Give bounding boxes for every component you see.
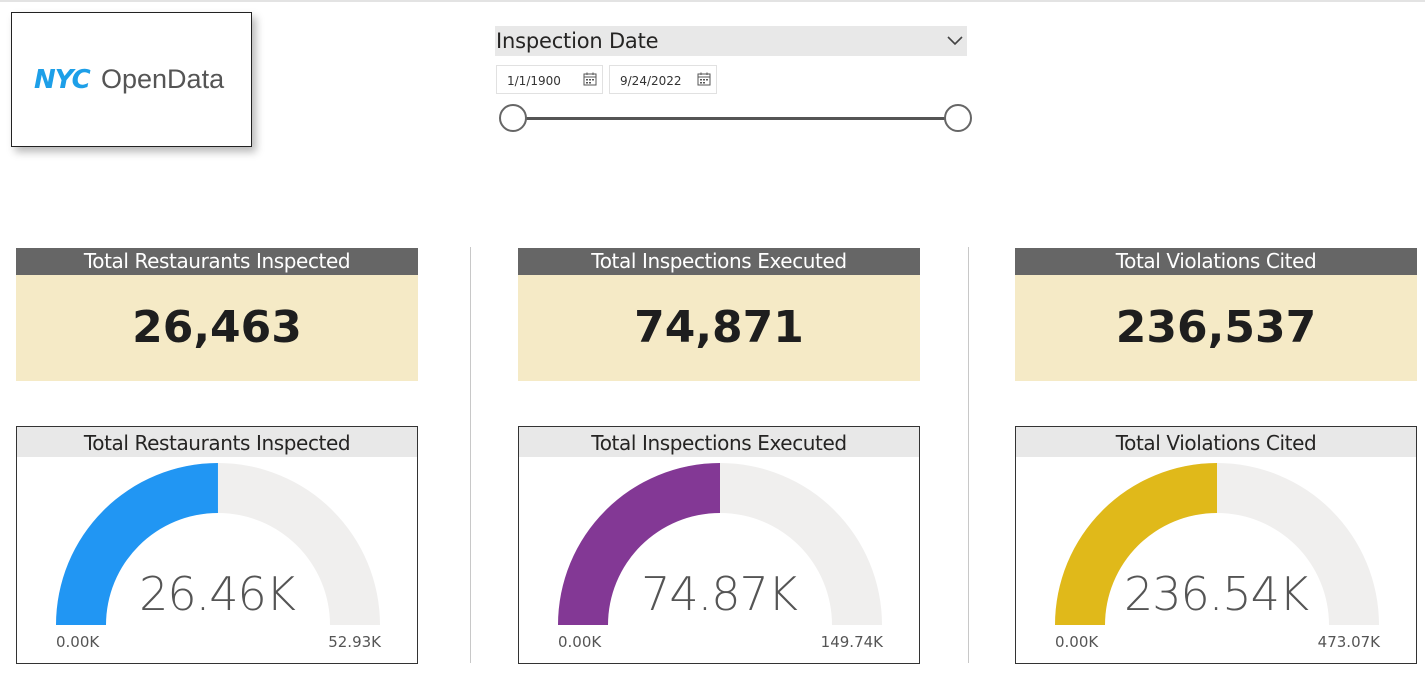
gauge-card-inspections[interactable]: Total Inspections Executed 74.87K 0.00K … bbox=[518, 426, 920, 664]
gauge-value-label: 236.54K bbox=[1123, 567, 1309, 621]
gauge-max-label: 473.07K bbox=[1317, 633, 1380, 651]
kpi-title: Total Restaurants Inspected bbox=[16, 248, 418, 275]
calendar-icon[interactable] bbox=[697, 72, 711, 86]
start-date-value: 1/1/1900 bbox=[507, 74, 561, 88]
gauge-value-label: 26.46K bbox=[139, 567, 296, 621]
end-date-input[interactable]: 9/24/2022 bbox=[609, 65, 717, 94]
slicer-title: Inspection Date bbox=[496, 29, 659, 53]
gauge-max-label: 149.74K bbox=[820, 633, 883, 651]
date-range-slider-track[interactable] bbox=[512, 117, 958, 120]
gauge-max-label: 52.93K bbox=[328, 633, 381, 651]
gauge-min-label: 0.00K bbox=[558, 633, 602, 651]
gauge-min-label: 0.00K bbox=[1055, 633, 1099, 651]
kpi-title: Total Inspections Executed bbox=[518, 248, 920, 275]
calendar-icon[interactable] bbox=[583, 72, 597, 86]
gauge-card-violations[interactable]: Total Violations Cited 236.54K 0.00K 473… bbox=[1015, 426, 1417, 664]
nyc-opendata-logo: NYC OpenData bbox=[11, 12, 252, 147]
kpi-title: Total Violations Cited bbox=[1015, 248, 1417, 275]
kpi-value: 26,463 bbox=[16, 275, 418, 381]
end-date-value: 9/24/2022 bbox=[620, 74, 682, 88]
column-divider bbox=[470, 247, 471, 663]
kpi-value: 236,537 bbox=[1015, 275, 1417, 381]
slider-start-handle[interactable] bbox=[499, 104, 527, 132]
logo-opendata-text: OpenData bbox=[101, 64, 225, 94]
chevron-down-icon[interactable] bbox=[945, 32, 965, 50]
top-divider bbox=[0, 0, 1425, 2]
inspection-date-slicer-header[interactable]: Inspection Date bbox=[495, 26, 967, 56]
gauge-title: Total Restaurants Inspected bbox=[17, 427, 417, 457]
gauge-min-label: 0.00K bbox=[56, 633, 100, 651]
column-divider bbox=[968, 247, 969, 663]
gauge-title: Total Violations Cited bbox=[1016, 427, 1416, 457]
start-date-input[interactable]: 1/1/1900 bbox=[496, 65, 603, 94]
nyc-opendata-logo-graphic: NYC OpenData bbox=[34, 64, 225, 95]
kpi-card-inspections: Total Inspections Executed 74,871 bbox=[518, 248, 920, 381]
gauge-value-label: 74.87K bbox=[641, 567, 798, 621]
logo-nyc-text: NYC bbox=[34, 65, 91, 95]
kpi-card-restaurants: Total Restaurants Inspected 26,463 bbox=[16, 248, 418, 381]
slider-end-handle[interactable] bbox=[944, 104, 972, 132]
kpi-value: 74,871 bbox=[518, 275, 920, 381]
gauge-card-restaurants[interactable]: Total Restaurants Inspected 26.46K 0.00K… bbox=[16, 426, 418, 664]
kpi-card-violations: Total Violations Cited 236,537 bbox=[1015, 248, 1417, 381]
gauge-title: Total Inspections Executed bbox=[519, 427, 919, 457]
